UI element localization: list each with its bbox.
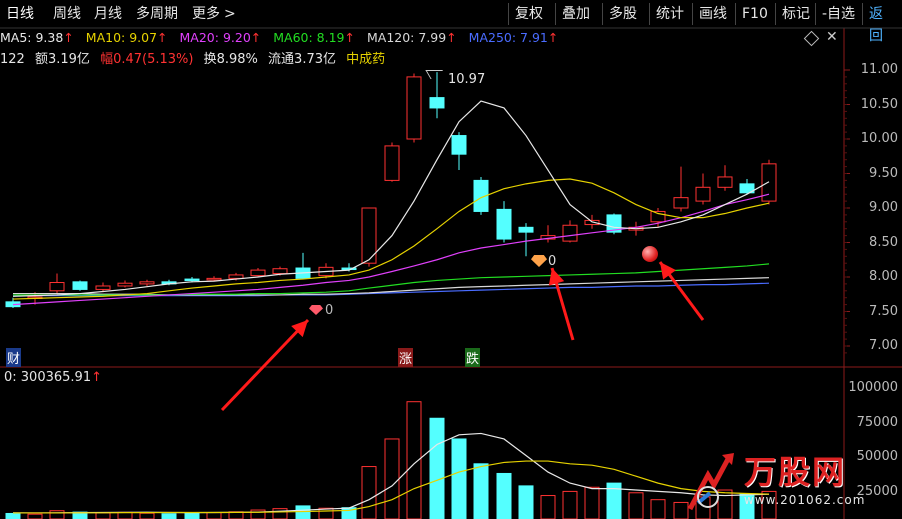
candlestick[interactable] (139, 279, 155, 286)
watermark-logo: 万股网 www.201062.com (680, 445, 900, 519)
annotation-arrow-2 (548, 267, 575, 341)
volume-bar (295, 505, 311, 519)
signal-b-count: 0 (548, 254, 557, 269)
red-ball-icon (642, 246, 658, 262)
volume-bar (384, 438, 400, 519)
price-tick-label: 7.00 (869, 338, 898, 353)
ma5-line (12, 100, 770, 297)
volume-bar (361, 466, 377, 519)
volume-bar (540, 495, 556, 519)
volume-bar (628, 492, 644, 519)
price-tick-label: 8.50 (869, 234, 898, 250)
price-tick-label: 10.50 (860, 96, 898, 112)
candlestick[interactable] (451, 132, 467, 171)
candlestick[interactable] (429, 72, 445, 119)
price-tick-label: 9.00 (869, 200, 898, 215)
volume-bar (473, 463, 489, 519)
price-tick-label: 9.50 (869, 165, 898, 181)
annotation-arrow-1 (220, 318, 310, 412)
candlestick[interactable] (717, 165, 733, 191)
volume-bar (206, 512, 222, 519)
candlestick[interactable] (406, 73, 422, 143)
candlestick[interactable] (695, 173, 711, 205)
volume-bar (184, 512, 200, 519)
volume-bar (27, 513, 43, 519)
annotation-arrow-3 (658, 261, 705, 321)
candlestick[interactable] (117, 280, 133, 288)
candlestick[interactable] (49, 273, 65, 295)
volume-readout: 0: 300365.91↑ (4, 370, 102, 385)
candlestick[interactable] (72, 280, 88, 291)
watermark-url: www.201062.com (744, 493, 866, 507)
volume-bar (518, 485, 534, 519)
price-tick-label: 8.00 (869, 269, 898, 284)
candlestick[interactable] (562, 220, 578, 243)
volume-bar (562, 490, 578, 519)
candlestick[interactable] (496, 201, 512, 243)
limit-up-marker[interactable]: 涨 (398, 348, 414, 367)
candlestick[interactable] (384, 142, 400, 182)
volume-bar (429, 417, 445, 519)
price-tick-label: 7.50 (869, 303, 898, 319)
volume-tick-label: 75000 (856, 414, 898, 430)
volume-bar (95, 512, 111, 519)
volume-bar (5, 512, 21, 519)
finance-marker[interactable]: 财 (6, 348, 22, 367)
candlestick[interactable] (518, 223, 534, 257)
volume-bar (49, 510, 65, 519)
volume-tick-label: 100000 (848, 380, 898, 395)
signal-a-count: 0 (325, 303, 334, 318)
volume-bar (584, 486, 600, 519)
volume-bar (272, 508, 288, 519)
volume-bar (496, 472, 512, 519)
candlestick[interactable] (673, 166, 689, 212)
volume-bar (139, 512, 155, 519)
volume-bar (161, 513, 177, 519)
ma60-line (13, 263, 770, 296)
volume-bar (451, 438, 467, 519)
price-tick-label: 10.00 (860, 131, 898, 146)
high-price-label: 10.97 (448, 72, 486, 87)
watermark-brand: 万股网 (744, 453, 847, 491)
candlestick[interactable] (295, 252, 311, 280)
candlestick[interactable] (250, 268, 266, 277)
volume-bar (117, 511, 133, 519)
candlestick[interactable] (361, 207, 377, 267)
limit-down-marker[interactable]: 跌 (465, 348, 481, 367)
candlestick[interactable] (540, 225, 556, 243)
volume-bar (650, 499, 666, 519)
price-tick-label: 11.00 (860, 62, 898, 77)
